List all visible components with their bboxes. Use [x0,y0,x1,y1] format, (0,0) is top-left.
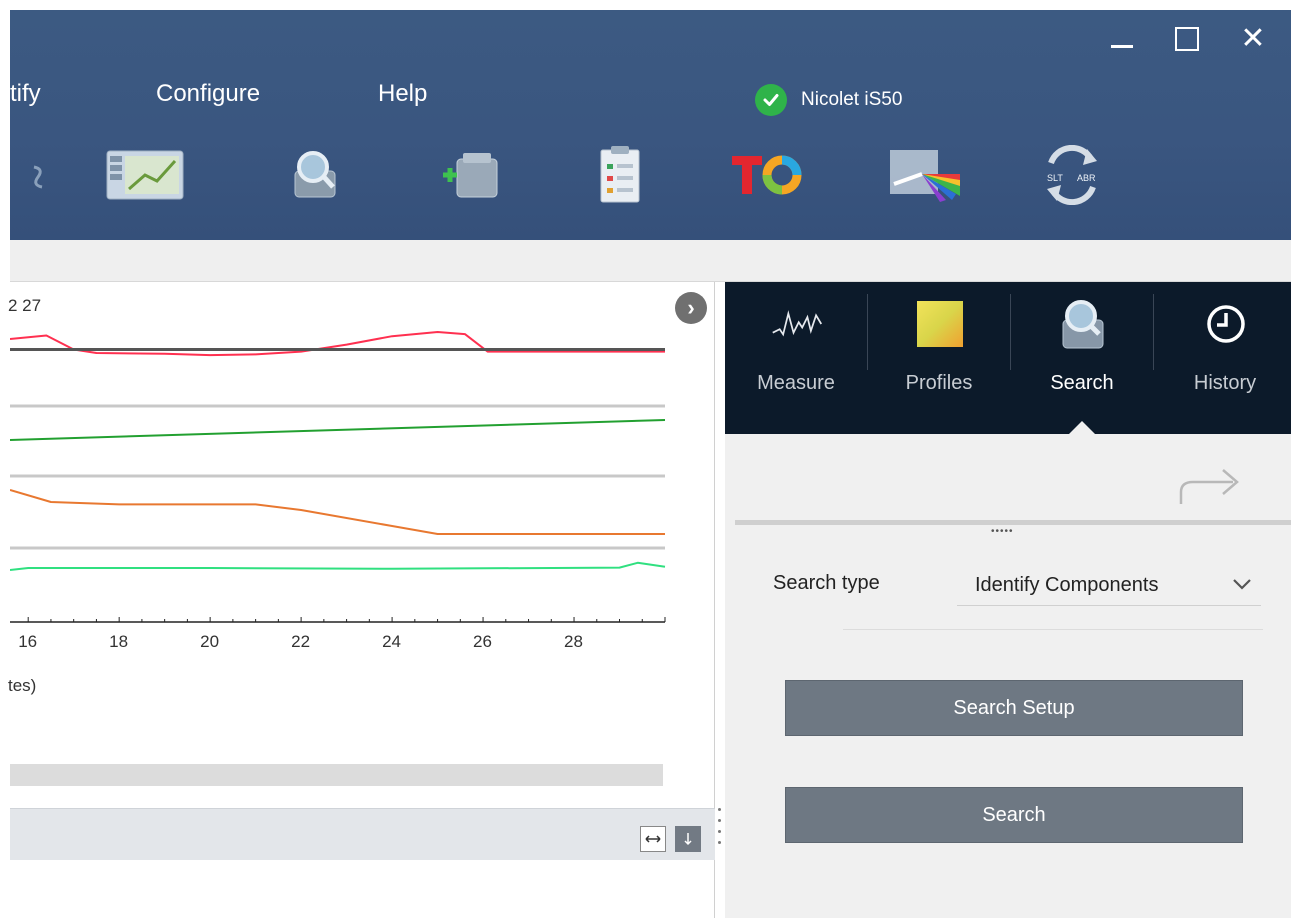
divider-grip-icon[interactable]: ••••• [991,526,1014,537]
tab-history[interactable]: History [1154,282,1291,434]
measure-icon [771,298,823,350]
chart-x-axis [10,617,666,623]
close-icon[interactable]: ✕ [1238,24,1268,54]
search-setup-button[interactable]: Search Setup [785,680,1243,736]
tab-label: Search [1050,372,1114,394]
clock-icon [1200,298,1252,350]
chart-tick-label: 18 [109,632,129,651]
tab-label: History [1193,372,1257,394]
tab-strip [10,240,1291,282]
chart-x-label: tes) [8,676,37,695]
chart-series-line [10,489,665,535]
search-type-value: Identify Components [975,574,1159,596]
search-type-label: Search type [773,572,880,594]
chart-tick-label: 22 [291,632,311,651]
tab-measure[interactable]: Measure [725,282,867,434]
chart-tick-label: 24 [382,632,401,651]
chart-series-line [10,419,666,441]
horizontal-scrollbar[interactable] [10,764,663,786]
lower-panel-header [10,808,715,860]
tab-profiles[interactable]: Profiles [868,282,1010,434]
menu-item-help[interactable]: Help [378,80,427,108]
tab-search[interactable]: Search [1011,282,1153,434]
svg-text:SLT: SLT [1047,173,1063,183]
chart-series [10,331,666,571]
fit-width-button[interactable] [640,826,666,852]
chart-tick-label: 28 [564,632,583,651]
chart-gridlines [10,404,665,550]
chart-tick-label: 16 [18,632,38,651]
report-icon[interactable] [580,140,660,210]
dock-down-button[interactable] [675,826,701,852]
side-tabbar: Measure Profiles Search History [725,282,1291,435]
minimize-icon[interactable] [1107,24,1137,54]
spectrum-prism-icon[interactable] [882,140,962,210]
convert-icon[interactable]: SLT ABR [1032,140,1112,210]
device-status: Nicolet iS50 [755,84,902,116]
chevron-down-icon [1231,576,1253,597]
chart-series-line [10,331,665,357]
workflow-icon[interactable] [105,140,185,210]
chart-tick-label: 20 [200,632,220,651]
profiles-icon [914,298,966,350]
search-panel: Measure Profiles Search History ••••• Se… [725,282,1291,918]
form-divider [843,629,1263,630]
menu-item-identify[interactable]: tify [10,80,41,108]
menu-item-configure[interactable]: Configure [156,80,260,108]
panel-divider[interactable] [735,520,1291,525]
search-library-icon[interactable] [275,140,355,210]
chart-series-line [10,561,666,571]
check-icon [755,84,787,116]
chart [10,331,666,623]
tab-label: Profiles [905,372,973,394]
search-icon [1057,298,1109,350]
expand-panel-button[interactable]: › [675,292,707,324]
partial-toolbar-icon[interactable] [2,140,82,210]
search-type-select[interactable]: Identify Components [957,570,1261,606]
vertical-splitter[interactable] [716,808,722,844]
device-name: Nicolet iS50 [801,89,903,110]
add-library-icon[interactable] [430,140,510,210]
app-header: ✕ tify Configure Help Nicolet iS50 SLT A… [10,10,1291,240]
maximize-icon[interactable] [1172,24,1202,54]
chart-title: 2 27 [8,296,42,315]
tab-label: Measure [757,372,835,394]
chart-panel: 2 27 tes) 16 18 20 22 24 26 28 › [8,282,715,918]
to-logo-icon[interactable] [728,140,808,210]
chart-tick-label: 26 [473,632,492,651]
active-tab-pointer [1068,421,1096,435]
redo-arrow-icon[interactable] [1173,464,1243,513]
search-button[interactable]: Search [785,787,1243,843]
svg-text:ABR: ABR [1077,173,1096,183]
